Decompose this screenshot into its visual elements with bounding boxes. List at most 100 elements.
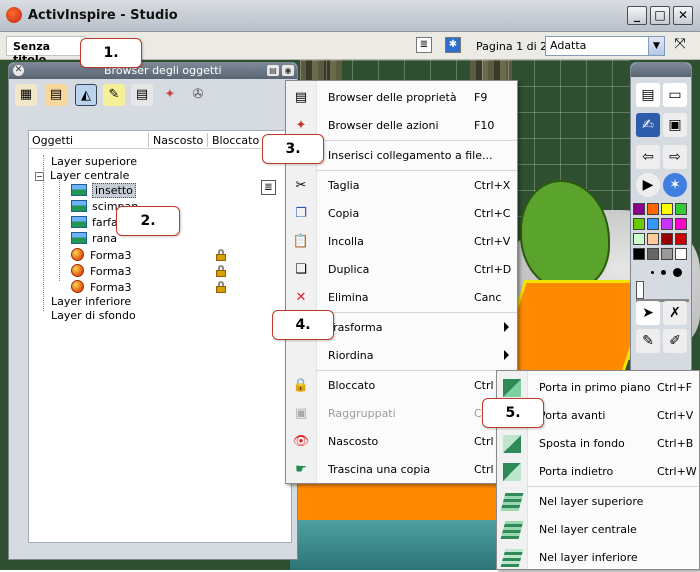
maximize-button[interactable]: □ (650, 6, 670, 25)
page-notes-icon[interactable]: ≣ (416, 37, 432, 53)
column-locked[interactable]: Bloccato (212, 134, 259, 147)
pin-icon[interactable]: ◉ (282, 65, 294, 76)
column-objects[interactable]: Oggetti (32, 134, 73, 147)
close-button[interactable]: ✕ (673, 6, 693, 25)
tools-icon[interactable]: ✶ (663, 173, 687, 197)
color-swatch[interactable] (675, 233, 687, 245)
menu-item-shortcut: F9 (474, 91, 488, 104)
title-bar: ActivInspire - Studio _ □ ✕ (0, 0, 700, 32)
next-page-icon[interactable]: ⇨ (663, 145, 687, 169)
marker-icon[interactable]: ✐ (663, 329, 687, 353)
pen-icon[interactable]: ✍ (636, 113, 660, 137)
menu-item-top-layer[interactable]: Nel layer superiore (497, 488, 699, 516)
menu-item-middle-layer[interactable]: Nel layer centrale (497, 516, 699, 544)
chevron-down-icon[interactable]: ▼ (648, 37, 664, 55)
color-swatch[interactable] (675, 248, 687, 260)
color-swatch[interactable] (633, 218, 645, 230)
list-item[interactable]: rana (71, 232, 117, 246)
object-browser-icon[interactable]: ◭ (75, 84, 97, 106)
menu-item-label: Browser delle proprietà (328, 91, 457, 104)
layer-top[interactable]: Layer superiore (51, 155, 137, 169)
menu-item-paste[interactable]: 📋 Incolla Ctrl+V (286, 228, 517, 256)
color-swatch[interactable] (675, 203, 687, 215)
item-label: farfa (92, 216, 118, 229)
page-icon[interactable]: ▭ (663, 83, 687, 107)
select-arrow-icon[interactable]: ➤ (636, 301, 660, 325)
list-item[interactable]: farfa (71, 216, 118, 230)
top-layer-icon (500, 493, 524, 511)
width-slider[interactable] (636, 281, 644, 299)
menu-item-locked[interactable]: 🔒 Bloccato Ctrl (286, 372, 517, 400)
play-icon[interactable]: ▶ (636, 173, 660, 197)
menu-item-label: Incolla (328, 235, 364, 248)
document-title[interactable]: Senza titolo (6, 36, 86, 66)
layer-label: Layer centrale (50, 169, 130, 182)
menu-item-send-backward[interactable]: Porta indietro Ctrl+W (497, 458, 699, 486)
object-menu-button[interactable]: ≣ (261, 180, 276, 195)
pen-width-selector[interactable] (649, 267, 687, 277)
menu-item-send-back[interactable]: Sposta in fondo Ctrl+B (497, 430, 699, 458)
list-item[interactable]: insetto (71, 183, 136, 198)
pen-tool-icon[interactable]: ✎ (636, 329, 660, 353)
color-swatch[interactable] (633, 233, 645, 245)
menu-item-label: Riordina (328, 349, 374, 362)
page-templates-icon[interactable]: ▣ (663, 113, 687, 137)
color-swatch[interactable] (647, 218, 659, 230)
resource-browser-icon[interactable]: ▦ (15, 84, 37, 106)
page-browser-icon[interactable]: ▤ (45, 84, 67, 106)
menu-item-label: Nel layer centrale (539, 523, 637, 536)
properties-icon: ▤ (294, 90, 308, 105)
color-swatch[interactable] (633, 248, 645, 260)
menu-item-label: Nel layer superiore (539, 495, 644, 508)
menu-item-delete[interactable]: ✕ Elimina Canc (286, 284, 517, 312)
actions-browser-icon[interactable]: ✦ (159, 84, 181, 106)
zoom-select[interactable]: Adatta ▼ (545, 36, 665, 56)
lock-icon[interactable] (216, 281, 226, 293)
column-hidden[interactable]: Nascosto (153, 134, 203, 147)
menu-item-hidden[interactable]: 👁 Nascosto Ctrl (286, 428, 517, 456)
menu-item-duplicate[interactable]: ❏ Duplica Ctrl+D (286, 256, 517, 284)
layer-middle[interactable]: − Layer centrale (35, 169, 129, 183)
page-sorter-icon[interactable]: ✱ (445, 37, 461, 53)
color-swatch[interactable] (661, 233, 673, 245)
properties-browser-icon[interactable]: ▤ (131, 84, 153, 106)
color-swatch[interactable] (661, 218, 673, 230)
menu-item-drag-copy[interactable]: ☛ Trascina una copia Ctrl (286, 456, 517, 484)
menu-item-properties[interactable]: ▤ Browser delle proprietà F9 (286, 84, 517, 112)
callout-3: 3. (262, 134, 324, 164)
lock-icon: 🔒 (292, 378, 310, 393)
close-icon[interactable]: ✕ (13, 65, 24, 76)
menu-item-copy[interactable]: ❐ Copia Ctrl+C (286, 200, 517, 228)
layer-bottom[interactable]: Layer inferiore (51, 295, 131, 309)
list-item[interactable]: Forma3 (71, 264, 131, 278)
shape-icon (71, 264, 84, 277)
browsers-icon[interactable]: ▤ (636, 83, 660, 107)
highlighter-icon[interactable]: ✗ (663, 301, 687, 325)
list-item[interactable]: Forma3 (71, 248, 131, 262)
fullscreen-icon[interactable]: ⤧ (672, 37, 688, 53)
menu-item-bottom-layer[interactable]: Nel layer inferiore (497, 544, 699, 572)
layer-background[interactable]: Layer di sfondo (51, 309, 136, 323)
color-swatch[interactable] (647, 203, 659, 215)
item-label: Forma3 (90, 265, 132, 278)
color-swatch[interactable] (633, 203, 645, 215)
color-swatch[interactable] (661, 248, 673, 260)
previous-page-icon[interactable]: ⇦ (636, 145, 660, 169)
color-swatch[interactable] (675, 218, 687, 230)
notes-browser-icon[interactable]: ✎ (103, 84, 125, 106)
voting-browser-icon[interactable]: ✇ (187, 84, 209, 106)
menu-item-cut[interactable]: ✂ Taglia Ctrl+X (286, 172, 517, 200)
callout-4: 4. (272, 310, 334, 340)
tree-header: Oggetti Nascosto Bloccato (29, 131, 291, 149)
lock-icon[interactable] (216, 249, 226, 261)
menu-item-shortcut: Ctrl (474, 463, 494, 476)
panel-options-icon[interactable]: ▤ (267, 65, 279, 76)
color-swatch[interactable] (661, 203, 673, 215)
collapse-icon[interactable]: − (35, 172, 44, 181)
lock-icon[interactable] (216, 265, 226, 277)
color-swatch[interactable] (647, 233, 659, 245)
menu-item-reorder[interactable]: Riordina (286, 342, 517, 370)
list-item[interactable]: Forma3 (71, 280, 131, 294)
color-swatch[interactable] (647, 248, 659, 260)
minimize-button[interactable]: _ (627, 6, 647, 25)
